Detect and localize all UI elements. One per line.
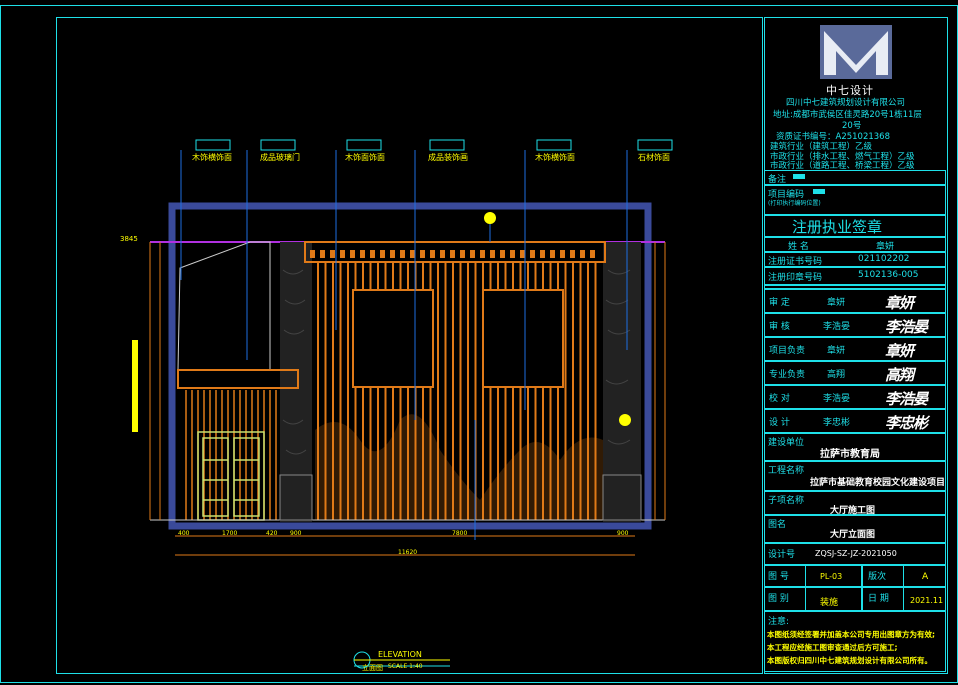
design-no-value: ZQSJ-SZ-JZ-2021050: [815, 549, 897, 558]
role-label: 审 核: [769, 322, 790, 332]
elevation-title: 立面图: [362, 664, 383, 672]
dimension: 420: [266, 530, 278, 537]
callout-label: 木饰面饰面: [345, 153, 385, 162]
remark-marker: [793, 174, 805, 179]
elevation-label: ELEVATION: [378, 650, 422, 659]
project-label: 工程名称: [768, 466, 805, 476]
callout-label: 石材饰面: [638, 153, 670, 162]
reg-stamp-title: 注册执业签章: [792, 218, 883, 236]
category-value: 装施: [820, 598, 839, 608]
note: 本图纸须经签署并加盖本公司专用出图章方为有效;: [767, 630, 935, 639]
role-row: 审 核 李浩晏 李浩晏: [764, 313, 946, 337]
scale-label: SCALE 1:40: [388, 663, 423, 670]
callout-label: 成品玻璃门: [260, 153, 300, 162]
role-name: 章妍: [827, 298, 846, 308]
role-label: 项目负责: [769, 346, 806, 356]
role-name: 高翔: [827, 370, 846, 380]
role-label: 校 对: [769, 394, 790, 404]
role-row: 项目负责 章妍 章妍: [764, 337, 946, 361]
cert-label: 注册证书号码: [768, 257, 823, 267]
sheet-no-value: PL-03: [820, 572, 843, 581]
callout-label: 木饰横饰面: [535, 153, 575, 162]
cert-value: 021102202: [858, 254, 910, 264]
role-row: 设 计 李忠彬 李忠彬: [764, 409, 946, 433]
revision-label: 版次: [868, 572, 887, 582]
seal-value: 5102136-005: [858, 270, 919, 280]
subproject-label: 子项名称: [768, 496, 805, 506]
note: 本工程应经施工图审查通过后方可施工;: [767, 643, 898, 652]
seal-label: 注册印章号码: [768, 273, 823, 283]
role-signature: 高翔: [885, 366, 914, 384]
role-row: 校 对 李浩晏 李浩晏: [764, 385, 946, 409]
elevation-drawing: [132, 139, 673, 669]
client-label: 建设单位: [768, 438, 805, 448]
level-mark: 3845: [120, 235, 138, 243]
role-name: 章妍: [827, 346, 846, 356]
role-name: 李忠彬: [823, 418, 851, 428]
total-dimension: 11620: [398, 549, 418, 556]
role-label: 设 计: [769, 418, 790, 428]
role-signature: 李浩晏: [885, 390, 928, 408]
role-row: 审 定 章妍 章妍: [764, 289, 946, 313]
date-value: 2021.11: [910, 596, 944, 605]
role-signature: 章妍: [885, 342, 914, 360]
role-signature: 李忠彬: [885, 414, 928, 432]
role-name: 李浩晏: [823, 394, 851, 404]
project-code-marker: [813, 189, 825, 194]
client-value: 拉萨市教育局: [820, 449, 880, 460]
category-label: 图 别: [768, 594, 789, 604]
notes-label: 注意:: [768, 617, 790, 627]
project-code-note: (打印执行编码位置): [768, 200, 821, 207]
role-signature: 章妍: [885, 294, 914, 312]
dimension: 900: [290, 530, 302, 537]
drawing-name-label: 图名: [768, 520, 787, 530]
design-no-label: 设计号: [768, 550, 796, 560]
dimension: 400: [178, 530, 190, 537]
picture-frame-left: [352, 289, 434, 388]
name-value: 章妍: [876, 242, 895, 252]
role-label: 审 定: [769, 298, 790, 308]
role-signature: 李浩晏: [885, 318, 928, 336]
project-value: 拉萨市基础教育校园文化建设项目: [810, 478, 946, 488]
note: 本图版权归四川中七建筑规划设计有限公司所有。: [767, 656, 932, 665]
role-name: 李浩晏: [823, 322, 851, 332]
dimension: 7800: [452, 530, 468, 537]
remark-label: 备注: [768, 175, 787, 185]
role-row: 专业负责 高翔 高翔: [764, 361, 946, 385]
sheet-no-label: 图 号: [768, 572, 789, 582]
date-label: 日 期: [868, 594, 889, 604]
drawing-name-value: 大厅立面图: [830, 530, 876, 540]
name-label: 姓 名: [788, 242, 809, 252]
callout-label: 成品装饰画: [428, 153, 468, 162]
dimension: 1700: [222, 530, 238, 537]
dimension: 900: [617, 530, 629, 537]
callout-label: 木饰横饰面: [192, 153, 232, 162]
picture-frame-right: [482, 289, 564, 388]
wall-light-left: [132, 340, 138, 432]
company-name: 四川中七建筑规划设计有限公司: [786, 98, 906, 108]
glass-door: [197, 431, 265, 521]
role-label: 专业负责: [769, 370, 806, 380]
revision-value: A: [922, 572, 929, 582]
company-logo: [820, 25, 892, 79]
